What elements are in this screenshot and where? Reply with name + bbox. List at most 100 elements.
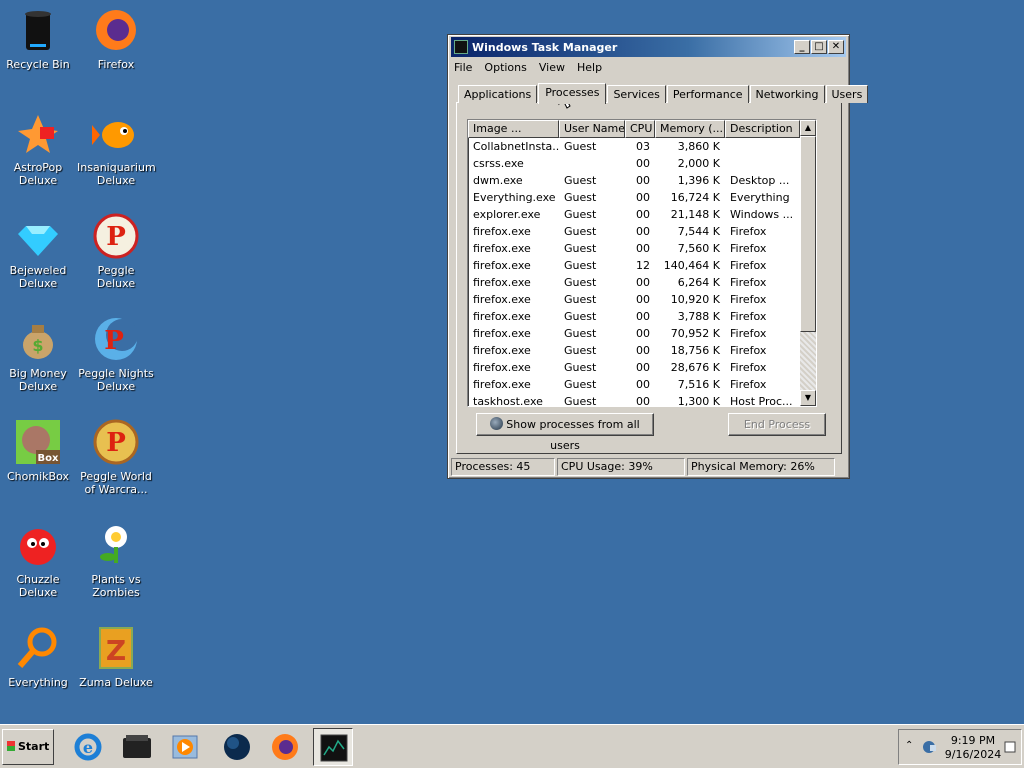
- process-user-name: Guest: [564, 191, 597, 204]
- table-row[interactable]: explorer.exe Guest 00 21,148 K Windows ...: [468, 206, 816, 223]
- tab-users[interactable]: Users: [825, 85, 869, 103]
- show-all-processes-button[interactable]: Show processes from all users: [476, 413, 654, 452]
- process-memory: 70,952 K: [670, 327, 720, 340]
- desktop-icon[interactable]: AstroPop Deluxe: [0, 105, 77, 201]
- tab-services[interactable]: Services: [607, 85, 666, 103]
- shield-icon: [490, 417, 504, 430]
- tab-processes[interactable]: Processes: [538, 83, 607, 104]
- process-user-name: Guest: [564, 259, 597, 272]
- process-image-name: firefox.exe: [473, 310, 531, 323]
- internet-explorer-icon[interactable]: e: [68, 728, 108, 766]
- desktop-icon[interactable]: P Peggle Nights Deluxe: [77, 311, 155, 407]
- desktop-icon[interactable]: Bejeweled Deluxe: [0, 208, 77, 304]
- scroll-up-arrow-icon[interactable]: ▲: [800, 120, 816, 136]
- process-memory: 7,516 K: [677, 378, 720, 391]
- process-image-name: firefox.exe: [473, 361, 531, 374]
- system-tray: ⌃ 9:19 PM 9/16/2024: [898, 729, 1022, 765]
- process-image-name: dwm.exe: [473, 174, 523, 187]
- menu-bar: File Options View Help: [448, 58, 849, 76]
- network-icon[interactable]: [921, 739, 937, 755]
- desktop-icon[interactable]: Z Zuma Deluxe: [77, 620, 155, 716]
- start-button[interactable]: Start: [2, 729, 54, 765]
- task-manager-taskbar-icon[interactable]: [313, 728, 353, 766]
- tab-applications[interactable]: Applications: [458, 85, 538, 103]
- process-cpu: 00: [636, 293, 650, 306]
- table-row[interactable]: firefox.exe Guest 00 28,676 K Firefox: [468, 359, 816, 376]
- process-cpu: 00: [636, 242, 650, 255]
- svg-text:P: P: [104, 326, 124, 356]
- tab-performance[interactable]: Performance: [666, 85, 749, 103]
- clock[interactable]: 9:19 PM 9/16/2024: [943, 734, 1003, 762]
- process-description: Firefox: [730, 293, 767, 306]
- process-description: Firefox: [730, 259, 767, 272]
- column-memory[interactable]: Memory (...: [655, 120, 725, 138]
- maximize-button[interactable]: □: [811, 40, 827, 54]
- desktop-icon[interactable]: Recycle Bin: [0, 2, 77, 98]
- show-hidden-icons-icon[interactable]: ⌃: [905, 740, 913, 751]
- globe-icon[interactable]: [217, 728, 257, 766]
- table-row[interactable]: firefox.exe Guest 00 7,516 K Firefox: [468, 376, 816, 393]
- process-user-name: Guest: [564, 293, 597, 306]
- menu-view[interactable]: View: [539, 61, 565, 74]
- desktop-icon[interactable]: Chuzzle Deluxe: [0, 517, 77, 613]
- table-row[interactable]: firefox.exe Guest 00 70,952 K Firefox: [468, 325, 816, 342]
- table-row[interactable]: csrss.exe 00 2,000 K: [468, 155, 816, 172]
- desktop-icon[interactable]: Everything: [0, 620, 77, 716]
- desktop-icon-label: Peggle World of Warcra...: [80, 470, 152, 496]
- desktop-icon[interactable]: P Peggle Deluxe: [77, 208, 155, 304]
- menu-help[interactable]: Help: [577, 61, 602, 74]
- process-description: Windows ...: [730, 208, 794, 221]
- table-row[interactable]: Everything.exe Guest 00 16,724 K Everything: [468, 189, 816, 206]
- desktop-icon[interactable]: Box ChomikBox: [0, 414, 77, 510]
- desktop-icon-label: Insaniquarium Deluxe: [77, 161, 156, 187]
- task-manager-window[interactable]: Windows Task Manager _ □ ✕ File Options …: [447, 34, 869, 479]
- table-row[interactable]: firefox.exe Guest 00 7,560 K Firefox: [468, 240, 816, 257]
- firefox-taskbar-icon[interactable]: [265, 728, 305, 766]
- process-image-name: firefox.exe: [473, 293, 531, 306]
- column-user-name[interactable]: User Name: [559, 120, 625, 138]
- table-row[interactable]: CollabnetInsta... Guest 03 3,860 K: [468, 138, 816, 155]
- table-row[interactable]: firefox.exe Guest 00 3,788 K Firefox: [468, 308, 816, 325]
- process-memory: 140,464 K: [663, 259, 720, 272]
- process-user-name: Guest: [564, 344, 597, 357]
- peggle-wow-icon: P: [92, 418, 140, 466]
- process-cpu: 00: [636, 395, 650, 407]
- minimize-button[interactable]: _: [794, 40, 810, 54]
- media-player-icon[interactable]: [165, 728, 205, 766]
- table-row[interactable]: firefox.exe Guest 00 18,756 K Firefox: [468, 342, 816, 359]
- end-process-button[interactable]: End Process: [728, 413, 826, 436]
- process-user-name: [559, 155, 625, 172]
- menu-file[interactable]: File: [454, 61, 472, 74]
- window-title: Windows Task Manager: [472, 40, 618, 54]
- table-row[interactable]: taskhost.exe Guest 00 1,300 K Host Proc...: [468, 393, 816, 407]
- windows-logo-icon: [7, 741, 15, 751]
- title-bar[interactable]: Windows Task Manager _ □ ✕: [451, 37, 846, 57]
- scrollbar-thumb[interactable]: [800, 136, 816, 332]
- svg-text:Z: Z: [106, 634, 126, 667]
- column-cpu[interactable]: CPU: [625, 120, 655, 138]
- vertical-scrollbar[interactable]: ▲ ▼: [800, 120, 816, 406]
- folder-icon[interactable]: [117, 728, 157, 766]
- table-row[interactable]: firefox.exe Guest 00 10,920 K Firefox: [468, 291, 816, 308]
- desktop-icon[interactable]: $ Big Money Deluxe: [0, 311, 77, 407]
- table-row[interactable]: firefox.exe Guest 00 6,264 K Firefox: [468, 274, 816, 291]
- desktop-icon[interactable]: P Peggle World of Warcra...: [77, 414, 155, 510]
- desktop-icon[interactable]: Plants vs Zombies: [77, 517, 155, 613]
- tab-networking[interactable]: Networking: [749, 85, 825, 103]
- process-list[interactable]: Image ... User Name CPU Memory (... Desc…: [467, 119, 817, 407]
- desktop-icon-label: Everything: [8, 676, 68, 689]
- process-user-name: Guest: [564, 327, 597, 340]
- process-cpu: 03: [636, 140, 650, 153]
- table-row[interactable]: firefox.exe Guest 00 7,544 K Firefox: [468, 223, 816, 240]
- menu-options[interactable]: Options: [484, 61, 526, 74]
- column-description[interactable]: Description: [725, 120, 800, 138]
- table-row[interactable]: firefox.exe Guest 12 140,464 K Firefox: [468, 257, 816, 274]
- desktop-icon[interactable]: Firefox: [77, 2, 155, 98]
- close-button[interactable]: ✕: [828, 40, 844, 54]
- process-image-name: firefox.exe: [473, 378, 531, 391]
- column-image-name[interactable]: Image ...: [468, 120, 559, 138]
- desktop-icon[interactable]: Insaniquarium Deluxe: [77, 105, 156, 201]
- scroll-down-arrow-icon[interactable]: ▼: [800, 390, 816, 406]
- notification-flag-icon[interactable]: [1003, 740, 1017, 754]
- table-row[interactable]: dwm.exe Guest 00 1,396 K Desktop ...: [468, 172, 816, 189]
